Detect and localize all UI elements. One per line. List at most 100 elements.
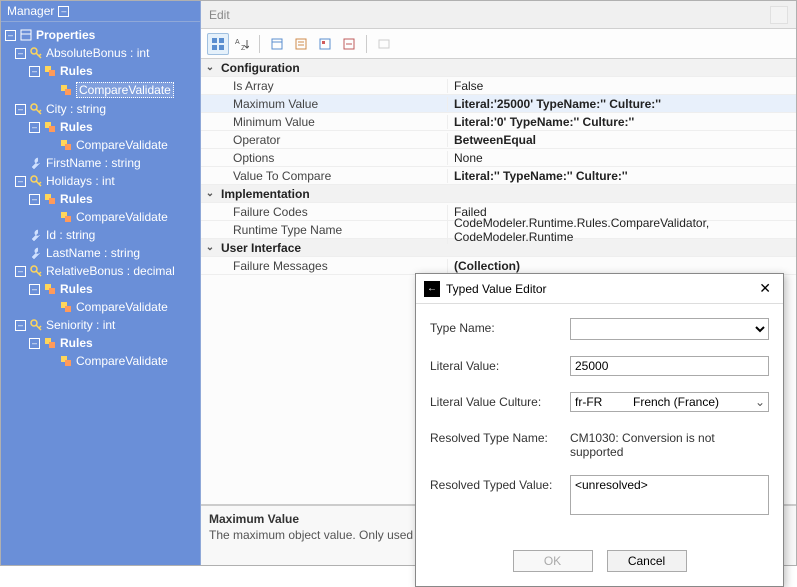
literal-value-input[interactable] [570, 356, 769, 376]
propgrid-prop-name: Failure Messages [219, 259, 447, 273]
rules-icon [59, 210, 73, 224]
close-icon[interactable] [770, 6, 788, 24]
rules-icon [43, 192, 57, 206]
key-icon [29, 102, 43, 116]
tree-rules[interactable]: –Rules [1, 190, 200, 208]
expander-icon[interactable]: – [29, 194, 40, 205]
expander-icon[interactable]: – [5, 30, 16, 41]
propgrid-prop-name: Failure Codes [219, 205, 447, 219]
tree-rules[interactable]: –Rules [1, 280, 200, 298]
categorized-icon[interactable] [207, 33, 229, 55]
alphabetical-icon[interactable]: AZ [231, 33, 253, 55]
propgrid-row[interactable]: Runtime Type NameCodeModeler.Runtime.Rul… [201, 221, 796, 239]
tb-icon-3[interactable] [266, 33, 288, 55]
dialog-title: Typed Value Editor [446, 282, 755, 296]
rules-icon [43, 64, 57, 78]
culture-select[interactable]: fr-FR French (France) ⌄ [570, 392, 769, 412]
propgrid-row[interactable]: Is ArrayFalse [201, 77, 796, 95]
svg-text:A: A [235, 39, 240, 46]
propgrid-row[interactable]: Maximum ValueLiteral:'25000' TypeName:''… [201, 95, 796, 113]
dialog-titlebar[interactable]: ← Typed Value Editor ✕ [416, 274, 783, 304]
tree-rules[interactable]: –Rules [1, 62, 200, 80]
propgrid-prop-value[interactable]: None [447, 151, 796, 165]
propgrid-prop-value[interactable]: False [447, 79, 796, 93]
key-icon [29, 318, 43, 332]
tree-rule-comparevalidate[interactable]: CompareValidate [1, 208, 200, 226]
manager-title-bar: Manager – [1, 1, 200, 22]
propgrid-prop-value[interactable]: Literal:'25000' TypeName:'' Culture:'' [447, 97, 796, 111]
expander-icon[interactable]: – [15, 320, 26, 331]
expander-icon[interactable]: – [29, 284, 40, 295]
edit-header: Edit [201, 1, 796, 29]
propgrid-category[interactable]: ⌄Implementation [201, 185, 796, 203]
tree-property[interactable]: –RelativeBonus : decimal [1, 262, 200, 280]
rules-icon [59, 300, 73, 314]
tree-property[interactable]: –Seniority : int [1, 316, 200, 334]
tb-icon-7[interactable] [373, 33, 395, 55]
tree-rules[interactable]: –Rules [1, 118, 200, 136]
typed-value-editor-dialog: ← Typed Value Editor ✕ Type Name: Litera… [415, 273, 784, 587]
chevron-down-icon[interactable]: ⌄ [201, 188, 219, 199]
expander-icon[interactable]: – [15, 48, 26, 59]
cancel-button[interactable]: Cancel [607, 550, 687, 572]
edit-header-label: Edit [209, 8, 230, 22]
tb-icon-4[interactable] [290, 33, 312, 55]
propgrid-prop-value[interactable]: Literal:'0' TypeName:'' Culture:'' [447, 115, 796, 129]
resolved-value-label: Resolved Typed Value: [430, 475, 570, 492]
key-icon [29, 46, 43, 60]
tree-property[interactable]: –Holidays : int [1, 172, 200, 190]
tree-rule-comparevalidate[interactable]: CompareValidate [1, 80, 200, 100]
tree-rules[interactable]: –Rules [1, 334, 200, 352]
manager-tree-panel: Manager – –Properties–AbsoluteBonus : in… [1, 1, 201, 565]
rules-icon [43, 282, 57, 296]
type-name-label: Type Name: [430, 318, 570, 335]
propgrid-row[interactable]: Minimum ValueLiteral:'0' TypeName:'' Cul… [201, 113, 796, 131]
chevron-down-icon[interactable]: ⌄ [201, 242, 219, 253]
expander-icon[interactable]: – [29, 66, 40, 77]
collapse-icon[interactable]: – [58, 6, 69, 17]
tb-icon-6[interactable] [338, 33, 360, 55]
expander-icon[interactable]: – [15, 104, 26, 115]
ok-button[interactable]: OK [513, 550, 593, 572]
propgrid-prop-value[interactable]: (Collection) [447, 259, 796, 273]
tree-property[interactable]: Id : string [1, 226, 200, 244]
propgrid-prop-name: Maximum Value [219, 97, 447, 111]
wrench-icon [29, 246, 43, 260]
resolved-type-label: Resolved Type Name: [430, 428, 570, 445]
tb-icon-5[interactable] [314, 33, 336, 55]
propgrid-prop-value[interactable]: CodeModeler.Runtime.Rules.CompareValidat… [447, 216, 796, 244]
propgrid-row[interactable]: OptionsNone [201, 149, 796, 167]
propgrid-prop-value[interactable]: BetweenEqual [447, 133, 796, 147]
expander-icon[interactable]: – [29, 338, 40, 349]
manager-tree[interactable]: –Properties–AbsoluteBonus : int–RulesCom… [1, 22, 200, 565]
chevron-down-icon: ⌄ [752, 395, 768, 409]
expander-icon[interactable]: – [15, 266, 26, 277]
type-name-select[interactable] [570, 318, 769, 340]
tree-property[interactable]: –City : string [1, 100, 200, 118]
propgrid-prop-value[interactable]: Literal:'' TypeName:'' Culture:'' [447, 169, 796, 183]
tree-property[interactable]: FirstName : string [1, 154, 200, 172]
tree-property[interactable]: LastName : string [1, 244, 200, 262]
rules-icon [43, 120, 57, 134]
rules-icon [43, 336, 57, 350]
propgrid-category[interactable]: ⌄Configuration [201, 59, 796, 77]
chevron-down-icon[interactable]: ⌄ [201, 62, 219, 73]
tree-root-properties[interactable]: –Properties [1, 26, 200, 44]
tree-property[interactable]: –AbsoluteBonus : int [1, 44, 200, 62]
expander-icon[interactable]: – [15, 176, 26, 187]
dialog-close-icon[interactable]: ✕ [755, 280, 775, 297]
literal-culture-label: Literal Value Culture: [430, 392, 570, 409]
resolved-value-output: <unresolved> [570, 475, 769, 515]
tree-rule-comparevalidate[interactable]: CompareValidate [1, 298, 200, 316]
culture-code: fr-FR [571, 395, 629, 409]
expander-icon[interactable]: – [29, 122, 40, 133]
tree-rule-comparevalidate[interactable]: CompareValidate [1, 136, 200, 154]
propgrid-prop-name: Minimum Value [219, 115, 447, 129]
propgrid-row[interactable]: OperatorBetweenEqual [201, 131, 796, 149]
tree-rule-comparevalidate[interactable]: CompareValidate [1, 352, 200, 370]
rules-icon [59, 354, 73, 368]
propgrid-row[interactable]: Value To CompareLiteral:'' TypeName:'' C… [201, 167, 796, 185]
key-icon [29, 264, 43, 278]
propgrid-prop-name: Options [219, 151, 447, 165]
wrench-icon [29, 156, 43, 170]
